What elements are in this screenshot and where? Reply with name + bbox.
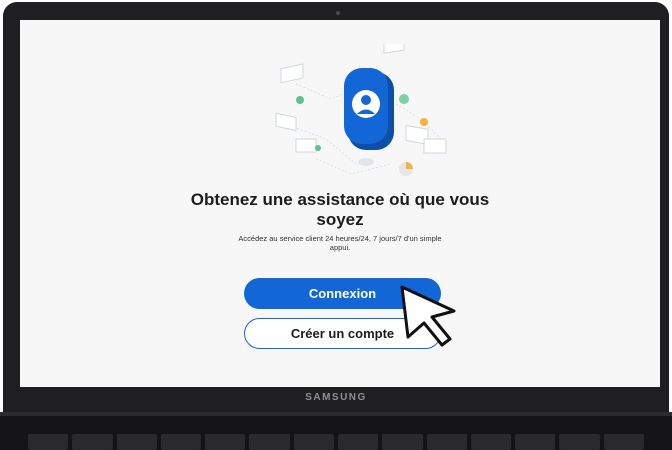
headline: Obtenez une assistance où que vous soyez [190,190,490,229]
brand-logo: SAMSUNG [305,392,367,403]
card-icon [423,138,447,154]
key [160,434,202,450]
keyboard [28,434,644,450]
status-dot-icon [315,145,321,151]
key [337,434,379,450]
card-icon [383,44,405,55]
status-dot-icon [296,96,304,104]
cloud-icon [358,158,374,166]
screen: Obtenez une assistance où que vous soyez… [20,20,660,387]
key [72,434,113,450]
key [603,434,644,450]
key [293,434,334,450]
keyboard-base [0,412,672,450]
key [470,434,512,450]
status-dot-icon [399,94,409,104]
laptop-lid: Obtenez une assistance où que vous soyez… [3,2,669,412]
key [249,434,290,450]
hinge [0,412,672,416]
support-illustration [275,44,447,176]
pie-slice-icon [406,162,413,169]
key [116,434,157,450]
card-icon [295,138,317,153]
mouse-pointer-icon [400,285,456,347]
key [205,434,246,450]
key [559,434,600,450]
status-dot-icon [420,118,428,126]
key [28,434,69,450]
key [382,434,423,450]
subtext: Accédez au service client 24 heures/24, … [238,234,442,252]
card-icon [280,63,304,84]
key [426,434,467,450]
card-icon [275,112,297,132]
camera-icon [336,11,340,15]
key [515,434,556,450]
